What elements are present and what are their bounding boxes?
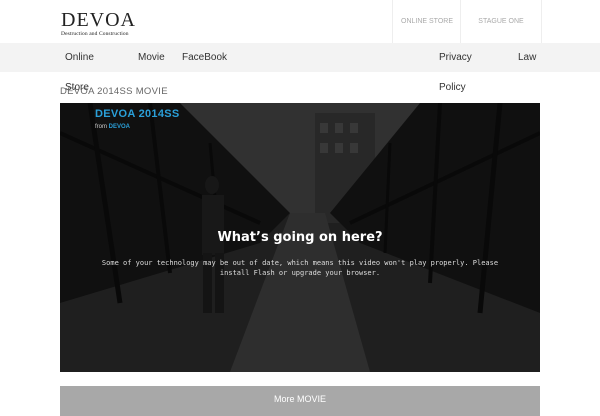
nav-privacy-policy-overflow[interactable]: Policy: [439, 82, 466, 93]
site-logo[interactable]: DEVOA Destruction and Construction: [61, 10, 136, 37]
video-title[interactable]: DEVOA 2014SS: [95, 108, 180, 120]
stague-one-link[interactable]: STAGUE ONE: [460, 0, 542, 43]
nav-facebook[interactable]: FaceBook: [182, 43, 227, 72]
video-error-message: Some of your technology may be out of da…: [101, 259, 499, 277]
video-error-heading: What’s going on here?: [217, 230, 383, 245]
logo-tagline: Destruction and Construction: [61, 31, 129, 37]
site-header: DEVOA Destruction and Construction ONLIN…: [0, 0, 600, 43]
video-byline: from DEVOA: [95, 124, 130, 130]
video-player[interactable]: DEVOA 2014SS from DEVOA What’s going on …: [60, 103, 540, 372]
nav-privacy-policy[interactable]: Privacy: [439, 43, 472, 72]
nav-online-store[interactable]: Online: [65, 43, 94, 72]
nav-law[interactable]: Law: [518, 43, 536, 72]
logo-wordmark: DEVOA: [61, 9, 136, 31]
online-store-link[interactable]: ONLINE STORE: [392, 0, 461, 43]
video-from-label: from: [95, 124, 107, 130]
nav-movie[interactable]: Movie: [138, 43, 165, 72]
main-nav: Online Movie FaceBook Privacy Law: [0, 43, 600, 72]
video-author-link[interactable]: DEVOA: [109, 124, 130, 130]
more-movie-button[interactable]: More MOVIE: [60, 386, 540, 416]
section-title: DEVOA 2014SS MOVIE: [60, 86, 168, 97]
